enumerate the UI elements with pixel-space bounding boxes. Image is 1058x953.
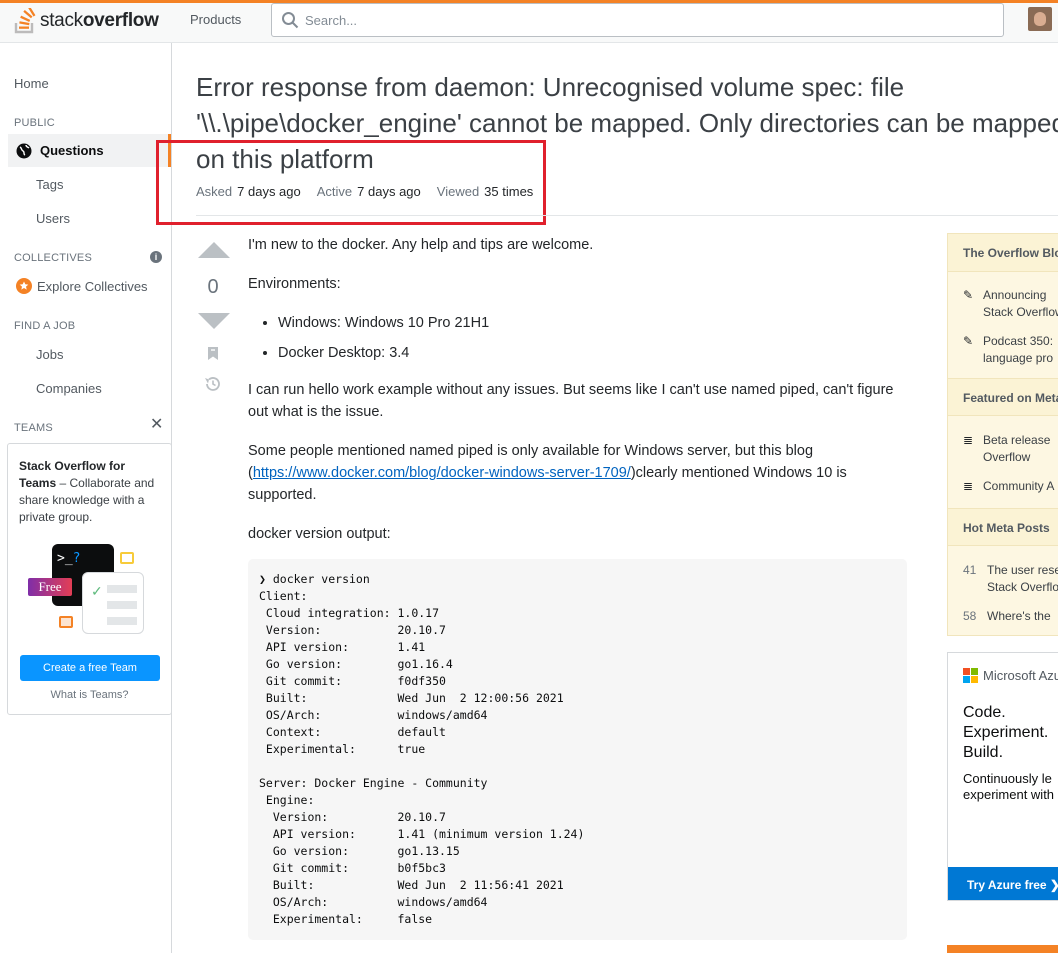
blog-item[interactable]: ✎ Announcing Stack Overflow [963,287,1058,321]
list-item: Windows: Windows 10 Pro 21H1 [278,312,908,334]
try-azure-button[interactable]: Try Azure free ❯ [948,867,1058,900]
teams-promo: Stack Overflow for Teams – Collaborate a… [7,443,172,715]
sidebar-widget: The Overflow Blog ✎ AnnouncingStack Over… [947,233,1058,636]
teams-illustration: >_? ✓ Free [24,544,154,640]
search-box[interactable] [271,3,1004,37]
blog-item[interactable]: ✎ Podcast 350: language pro [963,333,1058,367]
logo-text: stackoverflow [40,10,159,31]
info-icon[interactable]: i [150,251,162,263]
find-job-heading: FIND A JOB [14,320,76,332]
teams-promo-text: Stack Overflow for Teams – Collaborate a… [19,459,155,524]
search-input[interactable] [305,12,985,28]
nav-home[interactable]: Home [14,76,49,91]
history-icon[interactable] [204,375,222,393]
public-heading: PUBLIC [14,117,55,129]
featured-item[interactable]: ≣ Community A [963,478,1058,495]
environment-list: Windows: Windows 10 Pro 21H1 Docker Desk… [278,312,908,364]
globe-icon [16,143,32,158]
divider [196,215,1058,216]
bookmark-icon[interactable] [207,346,219,361]
body-paragraph: I can run hello work example without any… [248,382,894,420]
products-menu[interactable]: Products [190,12,241,27]
teams-heading: TEAMS [14,422,53,434]
featured-heading: Featured on Meta [948,378,1058,416]
hot-meta-count: 58 [963,609,977,623]
question-body: I'm new to the docker. Any help and tips… [248,234,908,562]
nav-tags[interactable]: Tags [36,177,63,192]
blog-link[interactable]: https://www.docker.com/blog/docker-windo… [253,465,631,481]
vote-count: 0 [207,276,219,298]
title-line: Error response from daemon: Unrecognised… [196,72,905,102]
collectives-heading: COLLECTIVES [14,252,93,264]
body-paragraph: Some people mentioned named piped is onl… [248,443,847,503]
list-item: Docker Desktop: 3.4 [278,342,908,364]
microsoft-icon [963,668,978,683]
pencil-icon: ✎ [963,288,974,302]
microsoft-logo: Microsoft Azure [963,668,1058,683]
body-paragraph: I'm new to the docker. Any help and tips… [248,237,594,253]
nav-questions[interactable]: Questions [8,134,171,167]
hot-meta-heading: Hot Meta Posts [948,508,1058,546]
avatar-face [1034,12,1046,26]
blog-heading: The Overflow Blog [948,234,1058,272]
nav-companies[interactable]: Companies [36,381,102,396]
ad-headline: Code. Experiment. Build. [963,704,1049,761]
search-icon [282,12,299,29]
create-team-button[interactable]: Create a free Team [20,655,160,681]
chat-bubble-icon [59,616,73,628]
body-paragraph: Environments: [248,276,341,292]
nav-jobs[interactable]: Jobs [36,347,63,362]
featured-item[interactable]: ≣ Beta release Overflow [963,432,1058,466]
hot-meta-item[interactable]: 58 Where's the [963,608,1058,625]
nav-users[interactable]: Users [36,211,70,226]
stackoverflow-logo[interactable]: stackoverflow [14,6,159,36]
highlight-box [156,140,546,225]
code-block: ❯ docker version Client: Cloud integrati… [248,559,907,940]
stackoverflow-logo-icon [14,8,36,34]
stack-icon: ≣ [963,433,974,447]
hot-meta-item[interactable]: 41 The user rese Stack Overflo [963,562,1058,596]
downvote-icon[interactable] [196,311,232,331]
pencil-icon: ✎ [963,334,974,348]
nav-explore-collectives[interactable]: Explore Collectives [16,278,148,294]
close-icon[interactable]: ✕ [150,417,163,433]
user-avatar[interactable] [1028,7,1052,31]
explore-collectives-label: Explore Collectives [37,278,148,294]
collectives-icon [16,278,32,294]
body-paragraph: docker version output: [248,526,391,542]
chat-bubble-icon [120,552,134,564]
top-bar: stackoverflow Products [0,0,1058,43]
checklist-icon: ✓ [82,572,144,634]
stack-icon: ≣ [963,479,974,493]
upvote-icon[interactable] [196,240,232,260]
next-widget-header [947,945,1058,953]
nav-questions-label: Questions [40,143,104,158]
title-line: '\\.\pipe\docker_engine' cannot be mappe… [196,108,1058,138]
free-badge: Free [28,578,72,596]
azure-ad[interactable]: Microsoft Azure Code.Experiment.Build. C… [947,652,1058,901]
hot-meta-count: 41 [963,563,977,577]
ad-text: Continuously le experiment with [963,771,1055,802]
left-sidebar: Home PUBLIC Questions Tags Users COLLECT… [0,43,172,953]
what-is-teams-link[interactable]: What is Teams? [8,689,171,701]
